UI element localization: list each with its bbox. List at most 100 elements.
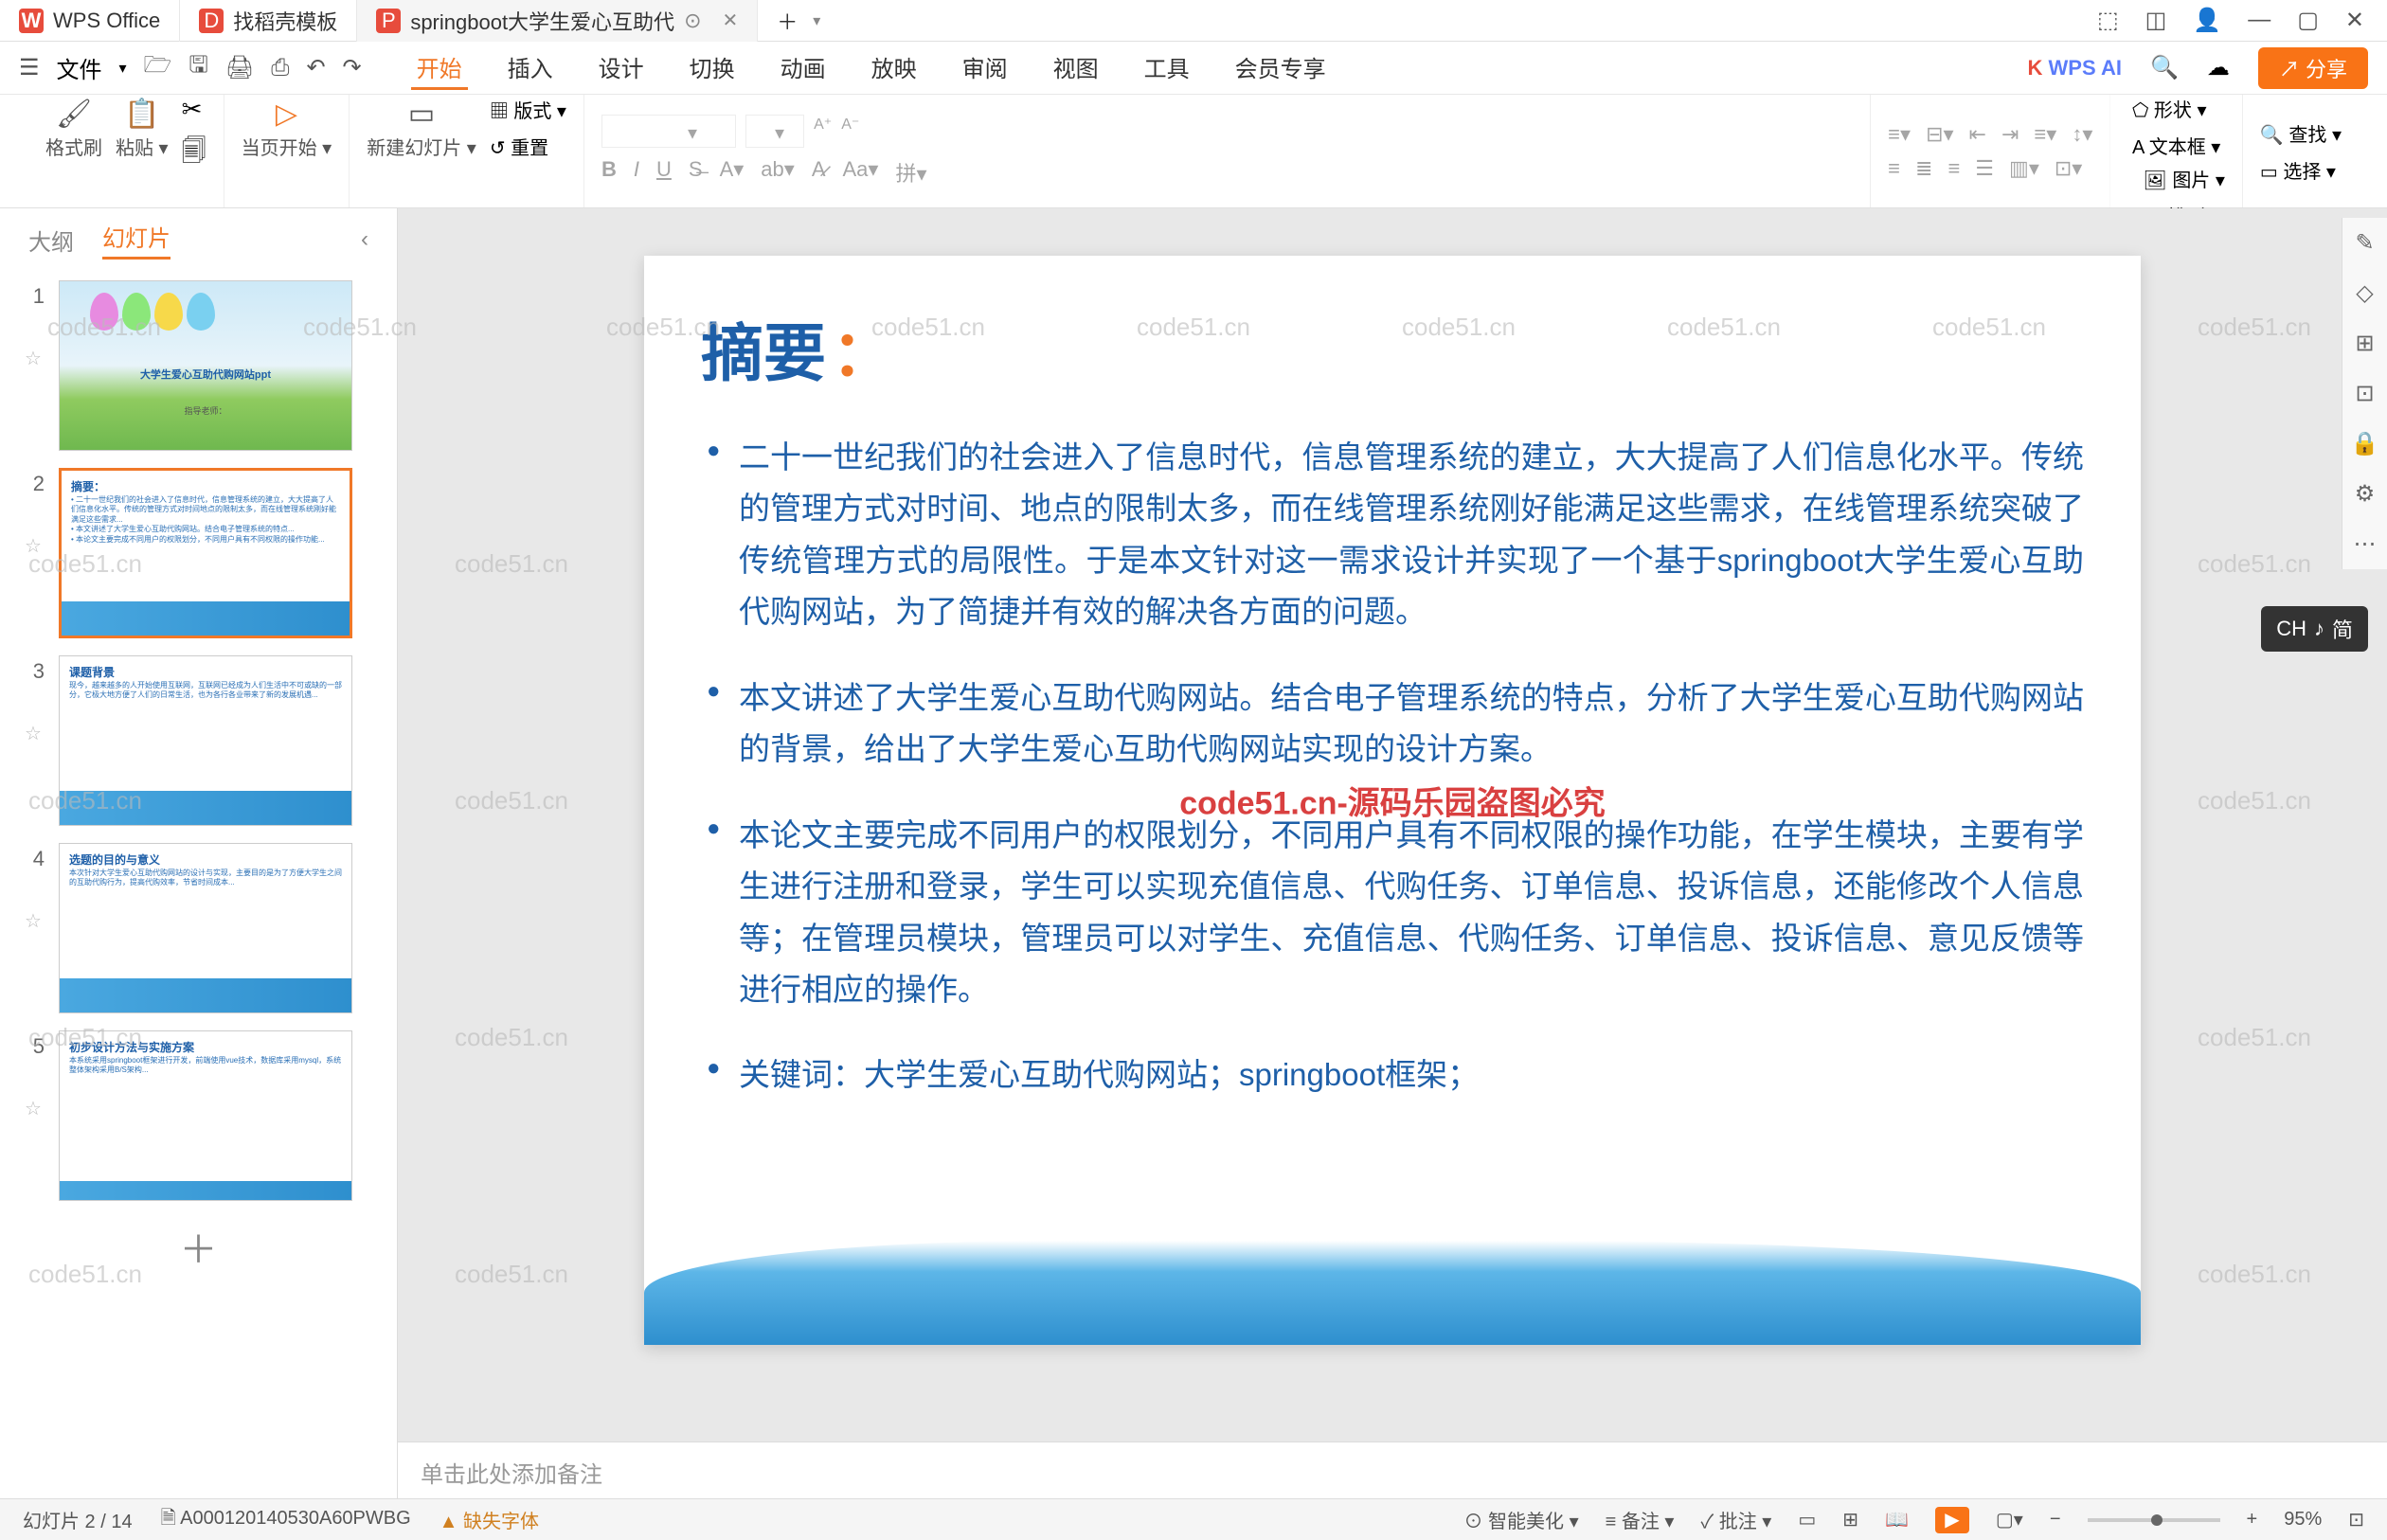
tab-wps-office[interactable]: W WPS Office xyxy=(0,0,180,42)
slide-thumbnail-2[interactable]: 摘要： • 二十一世纪我们的社会进入了信息时代，信息管理系统的建立，大大提高了人… xyxy=(59,468,352,638)
tab-insert[interactable]: 插入 xyxy=(502,46,559,90)
open-icon[interactable]: 🗁 xyxy=(144,48,172,87)
strikethrough-icon[interactable]: S̶ xyxy=(689,157,703,188)
panel-icon[interactable]: ⬚ xyxy=(2097,7,2119,34)
font-color-icon[interactable]: A▾ xyxy=(720,157,745,188)
wps-ai-button[interactable]: K WPS AI xyxy=(2028,56,2122,81)
slide-thumbnail-4[interactable]: 选题的目的与意义 本次针对大学生爱心互助代购网站的设计与实现，主要目的是为了方便… xyxy=(59,843,352,1013)
zoom-slider[interactable] xyxy=(2088,1518,2220,1522)
slide-bullet[interactable]: 二十一世纪我们的社会进入了信息时代，信息管理系统的建立，大大提高了人们信息化水平… xyxy=(701,432,2084,638)
bullet-list-icon[interactable]: ≡▾ xyxy=(1888,122,1911,147)
textbox-button[interactable]: A 文本框 ▾ xyxy=(2132,132,2220,159)
tab-start[interactable]: 开始 xyxy=(411,46,468,90)
font-size-select[interactable]: ▾ xyxy=(745,115,804,148)
star-icon[interactable]: ☆ xyxy=(25,347,42,370)
highlight-icon[interactable]: ab▾ xyxy=(761,157,795,188)
number-list-icon[interactable]: ⊟▾ xyxy=(1926,122,1953,147)
star-icon[interactable]: ☆ xyxy=(25,1097,42,1120)
pencil-tool-icon[interactable]: ✎ xyxy=(2350,229,2379,257)
zoom-in-icon[interactable]: + xyxy=(2247,1509,2258,1531)
grid-tool-icon[interactable]: ⊞ xyxy=(2350,330,2379,357)
maximize-icon[interactable]: ▢ xyxy=(2297,7,2319,34)
dropdown-icon[interactable]: ▾ xyxy=(119,59,127,78)
slide-counter[interactable]: 幻灯片 2 / 14 xyxy=(23,1506,133,1533)
new-tab-button[interactable]: ＋ ▾ xyxy=(758,0,839,42)
align-left-icon[interactable]: ≡ xyxy=(1888,156,1900,181)
undo-icon[interactable]: ↶ xyxy=(306,54,325,81)
star-icon[interactable]: ☆ xyxy=(25,534,42,558)
tab-slides[interactable]: 幻灯片 xyxy=(102,220,170,260)
tab-tools[interactable]: 工具 xyxy=(1139,46,1195,90)
tab-current-file[interactable]: P springboot大学生爱心互助代 ⊙ ✕ xyxy=(357,0,758,42)
slideshow-button[interactable]: ▶ xyxy=(1935,1507,1969,1533)
star-icon[interactable]: ☆ xyxy=(25,722,42,745)
ime-indicator[interactable]: CH ♪ 简 xyxy=(2261,606,2368,652)
layout-button[interactable]: ▦ 版式 ▾ xyxy=(490,96,566,123)
add-slide-button[interactable]: ＋ xyxy=(19,1218,378,1275)
gear-tool-icon[interactable]: ⚙ xyxy=(2350,480,2379,508)
slide-title[interactable]: 摘要： xyxy=(701,303,2084,394)
slideshow-dropdown-icon[interactable]: ▢▾ xyxy=(1996,1508,2023,1531)
reading-view-icon[interactable]: 📖 xyxy=(1885,1508,1909,1531)
fit-to-window-icon[interactable]: ⊡ xyxy=(2348,1508,2364,1531)
beautify-button[interactable]: ⊙ 智能美化 ▾ xyxy=(1463,1506,1578,1533)
indent-decrease-icon[interactable]: ⇤ xyxy=(1969,122,1986,147)
pinyin-icon[interactable]: 拼▾ xyxy=(895,157,926,188)
slide-thumbnail-3[interactable]: 课题背景 现今，越来越多的人开始使用互联网，互联网已经成为人们生活中不可或缺的一… xyxy=(59,655,352,826)
format-brush-icon[interactable]: 🖌 xyxy=(56,95,92,133)
slide-canvas[interactable]: 摘要： 二十一世纪我们的社会进入了信息时代，信息管理系统的建立，大大提高了人们信… xyxy=(398,237,2387,1442)
normal-view-icon[interactable]: ▭ xyxy=(1798,1508,1816,1531)
zoom-out-icon[interactable]: − xyxy=(2050,1509,2061,1531)
align-vertical-icon[interactable]: ⊡▾ xyxy=(2055,156,2082,181)
bold-icon[interactable]: B xyxy=(601,157,617,188)
box-tool-icon[interactable]: ⊡ xyxy=(2350,380,2379,407)
font-shrink-icon[interactable]: A⁻ xyxy=(841,115,859,148)
tab-transition[interactable]: 切换 xyxy=(684,46,741,90)
more-tool-icon[interactable]: ⋯ xyxy=(2350,530,2379,558)
tab-design[interactable]: 设计 xyxy=(593,46,650,90)
slide-bullet[interactable]: 本文讲述了大学生爱心互助代购网站。结合电子管理系统的特点，分析了大学生爱心互助代… xyxy=(701,672,2084,776)
lock-tool-icon[interactable]: 🔒 xyxy=(2350,430,2379,457)
search-icon[interactable]: 🔍 xyxy=(2150,54,2179,81)
reset-button[interactable]: ↺ 重置 xyxy=(490,133,566,160)
missing-font-warning[interactable]: ▲ 缺失字体 xyxy=(440,1506,539,1533)
align-right-icon[interactable]: ≡ xyxy=(1947,156,1960,181)
redo-icon[interactable]: ↷ xyxy=(343,54,362,81)
pin-icon[interactable]: ⊙ xyxy=(684,9,701,33)
text-direction-icon[interactable]: ↕▾ xyxy=(2072,122,2092,147)
tab-view[interactable]: 视图 xyxy=(1048,46,1104,90)
share-button[interactable]: ↗ 分享 xyxy=(2258,47,2368,89)
sorter-view-icon[interactable]: ⊞ xyxy=(1842,1508,1858,1531)
file-menu[interactable]: 文件 xyxy=(57,51,102,84)
tab-review[interactable]: 审阅 xyxy=(957,46,1014,90)
dropdown-icon[interactable]: ▾ xyxy=(813,11,820,30)
diamond-tool-icon[interactable]: ◇ xyxy=(2350,279,2379,307)
slide-thumbnail-5[interactable]: 初步设计方法与实施方案 本系统采用springboot框架进行开发，前端使用vu… xyxy=(59,1030,352,1201)
align-justify-icon[interactable]: ☰ xyxy=(1975,156,1994,181)
preview-icon[interactable]: ⎙ xyxy=(271,55,289,81)
print-icon[interactable]: 🖨 xyxy=(225,54,254,81)
line-spacing-icon[interactable]: ≡▾ xyxy=(2034,122,2056,147)
close-window-icon[interactable]: ✕ xyxy=(2345,7,2364,34)
select-button[interactable]: ▭ 选择 ▾ xyxy=(2260,156,2342,184)
paste-icon[interactable]: 📋 xyxy=(124,95,159,133)
star-icon[interactable]: ☆ xyxy=(25,909,42,933)
find-button[interactable]: 🔍 查找 ▾ xyxy=(2260,119,2342,147)
tab-outline[interactable]: 大纲 xyxy=(28,224,74,257)
minimize-icon[interactable]: — xyxy=(2248,7,2270,34)
notes-pane[interactable]: 单击此处添加备注 xyxy=(398,1442,2387,1498)
copy-icon[interactable]: 🗐 xyxy=(182,134,206,175)
comments-toggle[interactable]: ✓ 批注 ▾ xyxy=(1700,1506,1771,1533)
tab-template[interactable]: D 找稻壳模板 xyxy=(180,0,357,42)
columns-icon[interactable]: ▥▾ xyxy=(2009,156,2039,181)
cloud-upload-icon[interactable]: ☁ xyxy=(2207,54,2230,81)
tab-member[interactable]: 会员专享 xyxy=(1229,46,1332,90)
slide-bullet[interactable]: 本论文主要完成不同用户的权限划分，不同用户具有不同权限的操作功能，在学生模块，主… xyxy=(701,810,2084,1016)
tab-animation[interactable]: 动画 xyxy=(775,46,832,90)
close-tab-icon[interactable]: ✕ xyxy=(723,9,739,32)
zoom-level[interactable]: 95% xyxy=(2284,1509,2322,1531)
tab-slideshow[interactable]: 放映 xyxy=(866,46,923,90)
indent-increase-icon[interactable]: ⇥ xyxy=(2001,122,2019,147)
change-case-icon[interactable]: Aa▾ xyxy=(843,157,879,188)
slide-thumbnail-1[interactable]: 大学生爱心互助代购网站ppt 指导老师： xyxy=(59,280,352,451)
